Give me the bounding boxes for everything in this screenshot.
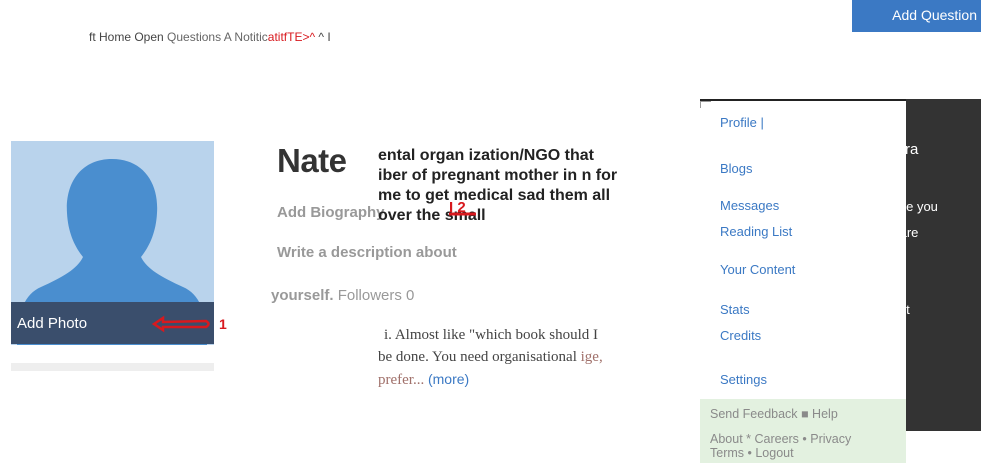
red-scribble-annotation-icon: [151, 315, 210, 333]
write-description-link[interactable]: Write a description about: [277, 244, 457, 261]
nav-notification-count[interactable]: atitfTE>^: [268, 30, 315, 44]
followers-count[interactable]: Followers 0: [338, 287, 415, 304]
snippet-line: i. Almost like "which book should I: [384, 327, 599, 343]
description-and-followers: yourself. Followers 0: [271, 287, 414, 304]
overlay-line: ental organ ization/NGO that: [378, 147, 595, 164]
nav-home-open[interactable]: ft Home Open: [89, 30, 164, 44]
profile-name: Nate: [277, 142, 347, 179]
nav-questions-notifications[interactable]: Questions A Notitic: [167, 30, 268, 44]
description-continuation[interactable]: yourself.: [271, 287, 334, 304]
add-question-button[interactable]: Add Question: [852, 0, 981, 32]
overlay-bio-text: ental organ ization/NGO that iber of pre…: [378, 146, 678, 226]
dark-card-text: ra: [905, 141, 919, 158]
footer-terms-logout[interactable]: Terms • Logout: [710, 446, 794, 460]
dropdown-footer: Send Feedback ■ Help About * Careers • P…: [700, 399, 906, 463]
nav-suffix[interactable]: ^ I: [315, 30, 330, 44]
avatar-divider: [11, 363, 214, 371]
menu-item-stats[interactable]: Stats: [720, 302, 750, 317]
overlay-line: over the small: [378, 207, 486, 224]
more-link[interactable]: (more): [428, 371, 469, 387]
dropdown-corner: [700, 101, 711, 108]
profile-dropdown-menu: Profile | Blogs Messages Reading List Yo…: [700, 99, 906, 463]
menu-item-settings[interactable]: Settings: [720, 372, 767, 387]
menu-item-profile[interactable]: Profile |: [720, 115, 764, 130]
annotation-number-2: I 2: [449, 199, 466, 216]
add-photo-button[interactable]: Add Photo: [11, 302, 214, 344]
menu-item-blogs[interactable]: Blogs: [720, 161, 753, 176]
menu-item-messages[interactable]: Messages: [720, 198, 779, 213]
snippet-line: be done. You need organisational ige,: [378, 349, 603, 365]
menu-item-reading-list[interactable]: Reading List: [720, 224, 792, 239]
overlay-line: iber of pregnant mother in n for: [378, 167, 618, 184]
annotation-number-1: 1: [219, 316, 227, 332]
menu-item-credits[interactable]: Credits: [720, 328, 761, 343]
top-nav: ft Home Open Questions A NotiticatitfTE>…: [89, 30, 331, 44]
add-biography-link[interactable]: Add Biography: [277, 204, 385, 221]
footer-about-careers-privacy[interactable]: About * Careers • Privacy: [710, 432, 851, 446]
snippet-line: prefer... (more): [378, 371, 470, 388]
footer-feedback-help[interactable]: Send Feedback ■ Help: [710, 407, 838, 421]
overlay-line: me to get medical sad them all: [378, 187, 611, 204]
answer-snippet: i. Almost like "which book should I be d…: [378, 324, 648, 391]
menu-item-your-content[interactable]: Your Content: [720, 262, 795, 277]
add-photo-label: Add Photo: [17, 315, 88, 332]
